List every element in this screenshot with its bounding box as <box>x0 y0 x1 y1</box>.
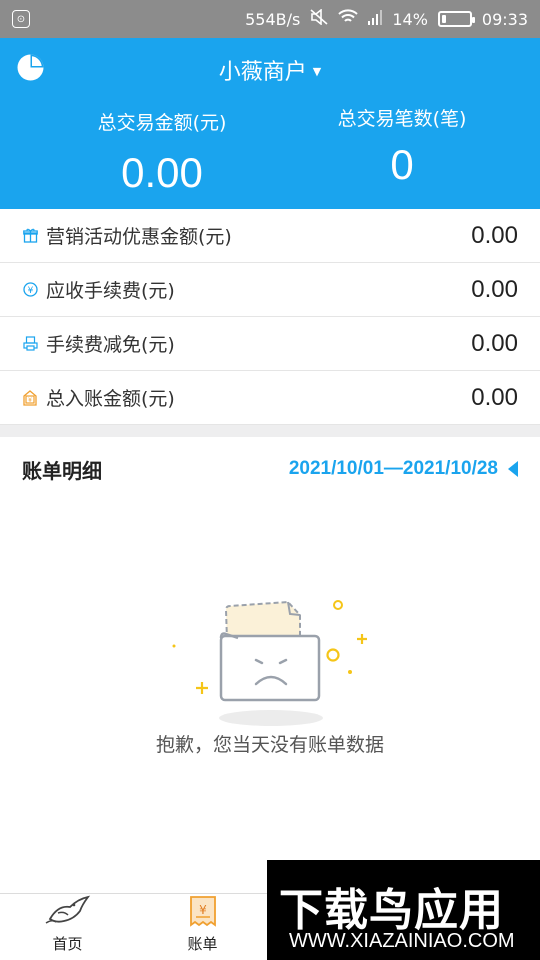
detail-label: 总入账金额(元) <box>46 388 175 410</box>
watermark-url: WWW.XIAZAINIAO.COM <box>289 930 515 952</box>
section-divider <box>0 425 540 437</box>
total-count-stat: 总交易笔数(笔) 0 <box>267 104 537 189</box>
battery-icon <box>437 11 475 27</box>
bill-detail-title: 账单明细 <box>22 458 102 483</box>
total-amount-label: 总交易金额(元) <box>97 112 227 134</box>
merchant-name: 小薇商户 <box>218 60 307 85</box>
battery-percent: 14% <box>392 9 428 29</box>
total-amount-stat: 总交易金额(元) 0.00 <box>27 108 297 197</box>
empty-state-illustration <box>160 590 380 730</box>
network-speed: 554B/s <box>245 9 301 29</box>
detail-value: 0.00 <box>471 383 518 411</box>
total-count-value: 0 <box>390 141 414 188</box>
detail-row-promo-discount: 营销活动优惠金额(元) 0.00 <box>0 209 540 263</box>
bill-detail-header: 账单明细 2021/10/01—2021/10/28 <box>0 437 540 501</box>
yen-coin-icon: ¥ <box>22 282 38 298</box>
app-notification-icon: ⊙ <box>12 10 30 28</box>
gift-icon <box>22 228 38 244</box>
wifi-icon <box>338 9 359 29</box>
watermark-brand: 下载鸟应用 <box>279 885 504 936</box>
fee-detail-list: 营销活动优惠金额(元) 0.00 ¥ 应收手续费(元) 0.00 手续费减免(元… <box>0 209 540 425</box>
caret-down-icon: ▼ <box>312 64 322 78</box>
mute-icon <box>310 8 328 29</box>
bird-logo-icon <box>44 895 92 933</box>
nav-home-label: 首页 <box>52 935 83 953</box>
caret-left-icon <box>508 461 518 477</box>
nav-home[interactable]: 首页 <box>0 894 135 960</box>
detail-value: 0.00 <box>471 329 518 357</box>
status-indicators: 554B/s 14% 09:33 <box>245 8 528 29</box>
wallet-yen-icon: ¥ <box>22 389 38 406</box>
total-count-label: 总交易笔数(笔) <box>337 108 467 130</box>
signal-icon <box>368 9 383 29</box>
svg-text:¥: ¥ <box>199 903 207 917</box>
detail-label: 手续费减免(元) <box>46 334 175 356</box>
detail-value: 0.00 <box>471 221 518 249</box>
printer-icon <box>22 336 38 352</box>
merchant-selector[interactable]: 小薇商户 ▼ <box>0 54 540 86</box>
clock: 09:33 <box>481 9 528 29</box>
detail-value: 0.00 <box>471 275 518 303</box>
date-range-text: 2021/10/01—2021/10/28 <box>288 458 498 479</box>
watermark-banner: 下载鸟应用 WWW.XIAZAINIAO.COM <box>267 860 540 960</box>
detail-row-receivable-fee: ¥ 应收手续费(元) 0.00 <box>0 263 540 317</box>
summary-header: 小薇商户 ▼ 总交易金额(元) 0.00 总交易笔数(笔) 0 <box>0 38 540 209</box>
total-amount-value: 0.00 <box>121 149 203 196</box>
detail-row-fee-waiver: 手续费减免(元) 0.00 <box>0 317 540 371</box>
svg-text:¥: ¥ <box>28 397 32 404</box>
empty-state-message: 抱歉，您当天没有账单数据 <box>155 734 384 756</box>
nav-bill[interactable]: ¥ 账单 <box>135 894 270 960</box>
nav-bill-label: 账单 <box>187 935 218 953</box>
detail-label: 应收手续费(元) <box>46 280 175 302</box>
receipt-yen-icon: ¥ <box>188 895 218 933</box>
status-bar: ⊙ 554B/s 14% 09:33 <box>0 0 540 38</box>
date-range-selector[interactable]: 2021/10/01—2021/10/28 <box>289 458 518 480</box>
detail-row-total-settled: ¥ 总入账金额(元) 0.00 <box>0 371 540 425</box>
svg-text:¥: ¥ <box>27 286 33 296</box>
detail-label: 营销活动优惠金额(元) <box>46 226 232 248</box>
